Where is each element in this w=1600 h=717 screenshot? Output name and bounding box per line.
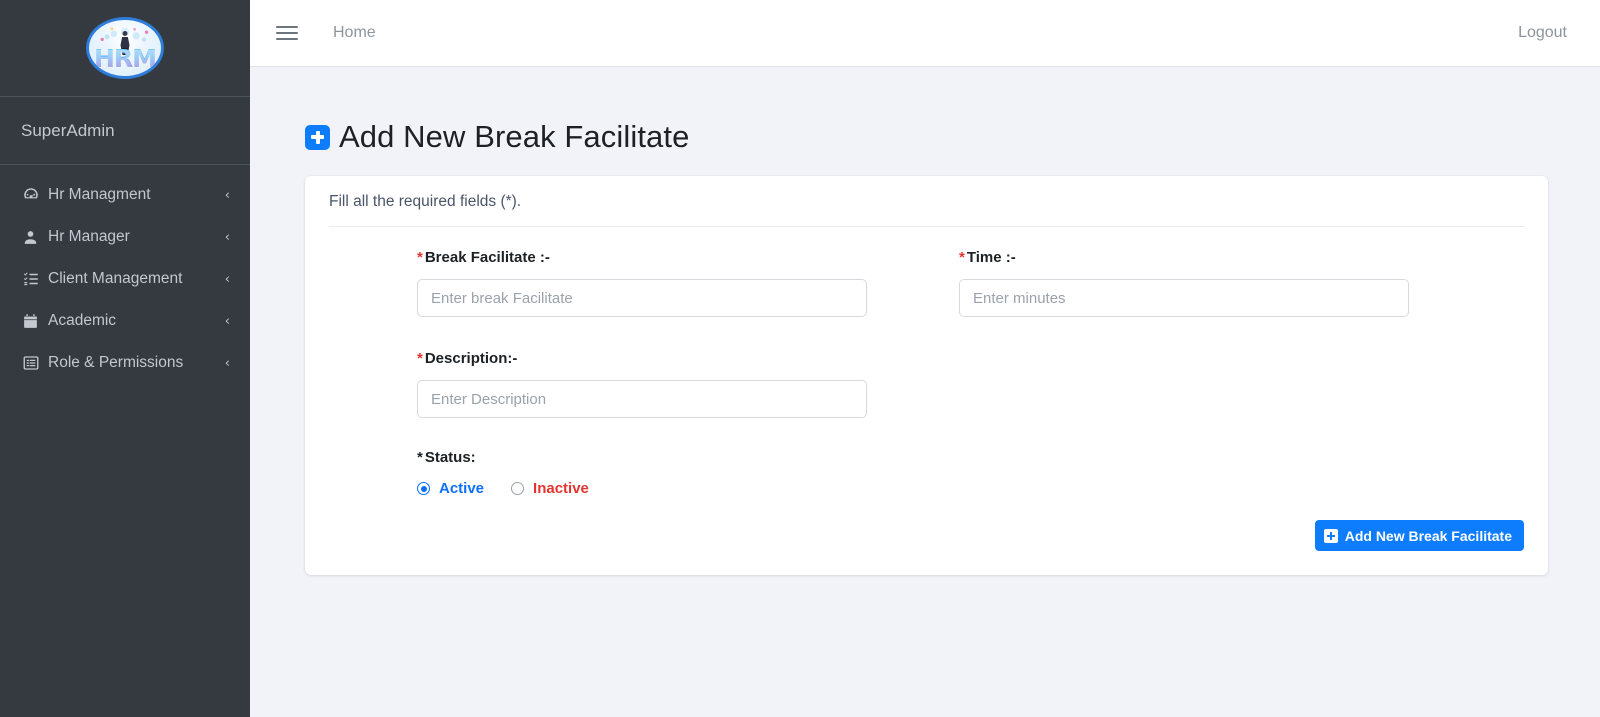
top-navbar: Home Logout [250,0,1600,67]
field-group-time: * Time :- [871,249,1409,317]
sidebar-item-label: Client Management [48,270,183,287]
chevron-left-icon: ‹ [224,187,230,203]
hamburger-icon[interactable] [274,19,302,47]
tasks-list-icon [22,270,48,288]
radio-dot-icon [417,482,430,495]
radio-option-inactive[interactable]: Inactive [511,480,589,497]
description-label-text: Description:- [424,350,518,367]
radio-label-inactive: Inactive [533,480,589,497]
row-spacer [329,317,1524,350]
submit-button-label: Add New Break Facilitate [1344,527,1512,544]
card-instructions: Fill all the required fields (*). [329,193,522,210]
main-area: Home Logout Add New Break Facilitate Fil… [250,0,1600,717]
list-alt-icon [22,354,48,372]
user-name: SuperAdmin [21,120,115,140]
sidebar-item-label: Hr Managment [48,186,151,203]
time-label-text: Time :- [966,249,1016,266]
sidebar-nav: Hr Managment ‹ Hr Manager ‹ Client Manag… [0,165,250,384]
card-body: *Break Facilitate :- *Time :- [305,227,1548,575]
row-spacer [329,418,1524,449]
form-row-3: * Status: Active Inactive [329,449,1524,497]
form-row-2: * Description:- [329,350,1524,418]
required-asterisk: * [959,249,965,266]
add-new-break-facilitate-button[interactable]: Add New Break Facilitate [1314,520,1524,551]
sidebar-item-label: Academic [48,312,117,329]
field-group-break-facilitate: * Break Facilitate :- [329,249,867,317]
sidebar-item-label: Hr Manager [48,228,130,245]
status-label-text: Status: [424,449,476,466]
plus-square-icon [1323,528,1338,543]
submit-row: Add New Break Facilitate [329,520,1524,551]
status-radio-group: Active Inactive [417,480,779,497]
chevron-left-icon: ‹ [224,271,230,287]
sidebar-item-role-permissions[interactable]: Role & Permissions ‹ [8,342,242,384]
time-input[interactable] [959,279,1409,317]
radio-option-active[interactable]: Active [417,480,484,497]
radio-label-active: Active [439,480,485,497]
calendar-icon [22,313,48,330]
field-group-status: * Status: Active Inactive [329,449,779,497]
form-row-1: *Break Facilitate :- *Time :- [329,249,1524,317]
radio-dot-icon [511,482,525,495]
chevron-left-icon: ‹ [224,313,230,329]
sidebar-item-client-management[interactable]: Client Management ‹ [8,258,242,300]
user-icon [22,229,48,246]
sidebar-item-academic[interactable]: Academic ‹ [8,300,242,342]
logo-text: HRM [93,44,157,73]
page-title-text: Add New Break Facilitate [339,119,690,154]
logout-link[interactable]: Logout [1518,24,1567,42]
required-asterisk: * [417,350,423,367]
tachometer-icon [22,186,48,204]
sidebar-brand[interactable]: HRM [0,0,250,97]
app-root: HRM SuperAdmin Hr Managment ‹ Hr Manager… [0,0,1600,717]
required-asterisk: * [417,449,423,466]
time-label: * Time :- [959,249,1321,266]
sidebar-item-label: Role & Permissions [48,354,184,371]
chevron-left-icon: ‹ [224,355,230,371]
sidebar-item-hr-manager[interactable]: Hr Manager ‹ [8,216,242,258]
description-label: * Description:- [417,350,779,367]
sidebar-user-panel[interactable]: SuperAdmin [0,97,250,165]
hrm-logo: HRM [86,17,164,79]
break-facilitate-label: * Break Facilitate :- [417,249,779,266]
form-card: Fill all the required fields (*). * Break… [305,176,1548,575]
page-content: Add New Break Facilitate Fill all the re… [250,67,1600,717]
sidebar-item-hr-managment[interactable]: Hr Managment ‹ [8,174,242,216]
chevron-left-icon: ‹ [224,229,230,245]
plus-square-icon [305,124,330,150]
status-label: * Status: [417,449,779,466]
required-asterisk: * [417,249,423,266]
break-facilitate-input[interactable] [417,279,867,317]
nav-link-home[interactable]: Home [333,24,376,42]
field-group-description: * Description:- [329,350,867,418]
page-title: Add New Break Facilitate [305,119,1600,155]
break-facilitate-label-text: Break Facilitate :- [424,249,550,266]
sidebar: HRM SuperAdmin Hr Managment ‹ Hr Manager… [0,0,250,717]
description-input[interactable] [417,380,867,418]
